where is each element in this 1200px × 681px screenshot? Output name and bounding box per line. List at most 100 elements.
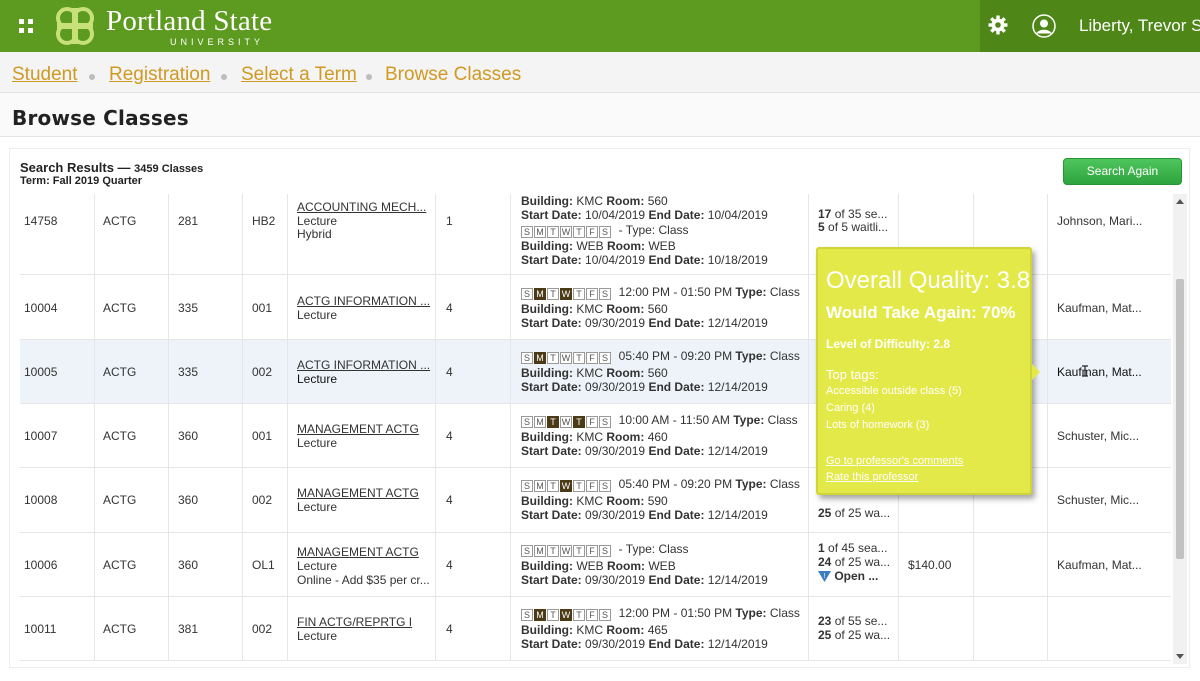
table-row[interactable]: 10011 ACTG 381 002 FIN ACTG/REPRTG I Lec…: [20, 597, 1171, 661]
crn: 14758: [24, 214, 58, 228]
meeting-location: Building: KMC Room: 465: [521, 623, 668, 637]
subject: ACTG: [103, 214, 137, 228]
credit-hours: 4: [446, 301, 453, 315]
section: OL1: [252, 558, 275, 572]
meeting-days: SMTWTFS 05:40 PM - 09:20 PM Type: Class: [521, 349, 800, 364]
breadcrumb-select-term[interactable]: Select a Term: [241, 64, 357, 86]
instructor-name[interactable]: Kaufman, Mat...: [1057, 558, 1142, 572]
course-number: 381: [178, 622, 199, 636]
meeting-days: SMTWTFS - Type: Class: [521, 542, 689, 557]
grid-icon[interactable]: [19, 19, 33, 33]
course-title-link[interactable]: ACTG INFORMATION ...: [297, 294, 430, 308]
course-title-link[interactable]: MANAGEMENT ACTG: [297, 422, 419, 436]
top-bar: Portland State UNIVERSITY Liberty, Trevo…: [0, 0, 1200, 52]
gear-icon[interactable]: [988, 15, 1008, 35]
breadcrumb-registration[interactable]: Registration: [109, 64, 210, 86]
course-number: 360: [178, 493, 199, 507]
days-of-week: SMTWTFS: [521, 478, 612, 492]
psu-logo[interactable]: Portland State UNIVERSITY: [52, 4, 282, 48]
meeting-location: Building: KMC Room: 560: [521, 302, 668, 316]
meeting-location: Building: WEB Room: WEB: [521, 559, 676, 573]
seats-available: 23 of 55 se...: [818, 614, 888, 628]
waitlist-seats: 24 of 25 wa...: [818, 555, 891, 569]
table-scrollbar[interactable]: [1173, 194, 1187, 664]
instructor-name[interactable]: Johnson, Mari...: [1057, 214, 1142, 228]
meeting-days: SMTWTFS 10:00 AM - 11:50 AM Type: Class: [521, 413, 798, 428]
breadcrumb-separator: [89, 74, 95, 80]
course-title-link[interactable]: MANAGEMENT ACTG: [297, 545, 419, 559]
meeting-dates: Start Date: 09/30/2019 End Date: 12/14/2…: [521, 573, 768, 587]
schedule-type: Lecture: [297, 214, 338, 228]
instructor-name[interactable]: Kaufman, Mat...: [1057, 301, 1142, 315]
credit-hours: 4: [446, 493, 453, 507]
search-results-title: Search Results — 3459 Classes: [20, 160, 203, 175]
user-icon[interactable]: [1032, 14, 1056, 38]
waitlist-seats: 25 of 25 wa...: [818, 628, 891, 642]
meeting-dates: Start Date: 10/04/2019 End Date: 10/04/2…: [521, 208, 768, 222]
crn: 10011: [24, 622, 57, 636]
subject: ACTG: [103, 365, 137, 379]
scrollbar-thumb[interactable]: [1176, 279, 1184, 559]
search-results-label: Search Results —: [20, 160, 131, 175]
would-take-again: Would Take Again: 70%: [826, 303, 1016, 322]
section: HB2: [252, 214, 276, 228]
course-number: 335: [178, 301, 199, 315]
crn: 10007: [24, 429, 58, 443]
search-again-button[interactable]: Search Again: [1063, 158, 1182, 185]
search-term: Term: Fall 2019 Quarter: [20, 175, 143, 187]
course-title-link[interactable]: MANAGEMENT ACTG: [297, 486, 419, 500]
instructional-method: Online - Add $35 per cr...: [297, 573, 430, 587]
days-of-week: SMTWTFS: [521, 607, 612, 621]
top-tags-label: Top tags:: [826, 367, 879, 382]
course-title-link[interactable]: ACTG INFORMATION ...: [297, 358, 430, 372]
schedule-type: Lecture: [297, 500, 338, 514]
instructional-method: Hybrid: [297, 227, 332, 241]
meeting-days: SMTWTFS 12:00 PM - 01:50 PM Type: Class: [521, 285, 800, 300]
subject: ACTG: [103, 622, 137, 636]
schedule-type: Lecture: [297, 372, 338, 386]
credit-hours: 4: [446, 558, 453, 572]
overall-quality: Overall Quality: 3.8: [826, 267, 1031, 294]
schedule-type: Lecture: [297, 559, 338, 573]
schedule-type: Lecture: [297, 436, 338, 450]
instructor-name[interactable]: Kaufman, Mat...: [1057, 365, 1142, 379]
crn: 10008: [24, 493, 58, 507]
subject: ACTG: [103, 429, 137, 443]
course-number: 335: [178, 365, 199, 379]
meeting-dates: Start Date: 09/30/2019 End Date: 12/14/2…: [521, 380, 768, 394]
breadcrumb-student[interactable]: Student: [12, 64, 78, 86]
open-seat-icon: !: [818, 571, 831, 583]
meeting-dates: Start Date: 09/30/2019 End Date: 12/14/2…: [521, 316, 768, 330]
days-of-week: SMTWTFS: [521, 224, 612, 238]
waitlist-seats: 25 of 25 wa...: [818, 506, 891, 520]
days-of-week: SMTWTFS: [521, 350, 612, 364]
scroll-down-icon[interactable]: [1176, 654, 1184, 659]
instructor-name[interactable]: Schuster, Mic...: [1057, 429, 1139, 443]
section: 002: [252, 622, 273, 636]
tag-item: Accessible outside class (5): [826, 385, 962, 397]
course-title-link[interactable]: ACCOUNTING MECH...: [297, 200, 426, 214]
professor-comments-link[interactable]: Go to professor's comments: [826, 455, 963, 467]
subject: ACTG: [103, 301, 137, 315]
course-number: 360: [178, 429, 199, 443]
credit-hours: 1: [446, 214, 453, 228]
instructor-name[interactable]: Schuster, Mic...: [1057, 493, 1139, 507]
days-of-week: SMTWTFS: [521, 543, 612, 557]
logo-subtext: UNIVERSITY: [170, 37, 265, 47]
breadcrumb-browse-classes: Browse Classes: [385, 64, 522, 85]
scroll-up-icon[interactable]: [1176, 199, 1184, 204]
section: 001: [252, 301, 273, 315]
open-status[interactable]: ! Open ...: [818, 569, 878, 583]
rate-professor-link[interactable]: Rate this professor: [826, 471, 918, 483]
seats-available: 1 of 45 sea...: [818, 541, 888, 555]
user-name[interactable]: Liberty, Trevor S: [1079, 16, 1200, 36]
section: 001: [252, 429, 273, 443]
subject: ACTG: [103, 493, 137, 507]
course-title-link[interactable]: FIN ACTG/REPRTG I: [297, 615, 412, 629]
search-results-count: 3459 Classes: [134, 163, 204, 175]
level-of-difficulty: Level of Difficulty: 2.8: [826, 337, 951, 351]
table-row[interactable]: 10006 ACTG 360 OL1 MANAGEMENT ACTG Lectu…: [20, 533, 1171, 597]
waitlist-seats: 5 of 5 waitli...: [818, 220, 889, 234]
section: 002: [252, 365, 273, 379]
days-of-week: SMTWTFS: [521, 286, 612, 300]
